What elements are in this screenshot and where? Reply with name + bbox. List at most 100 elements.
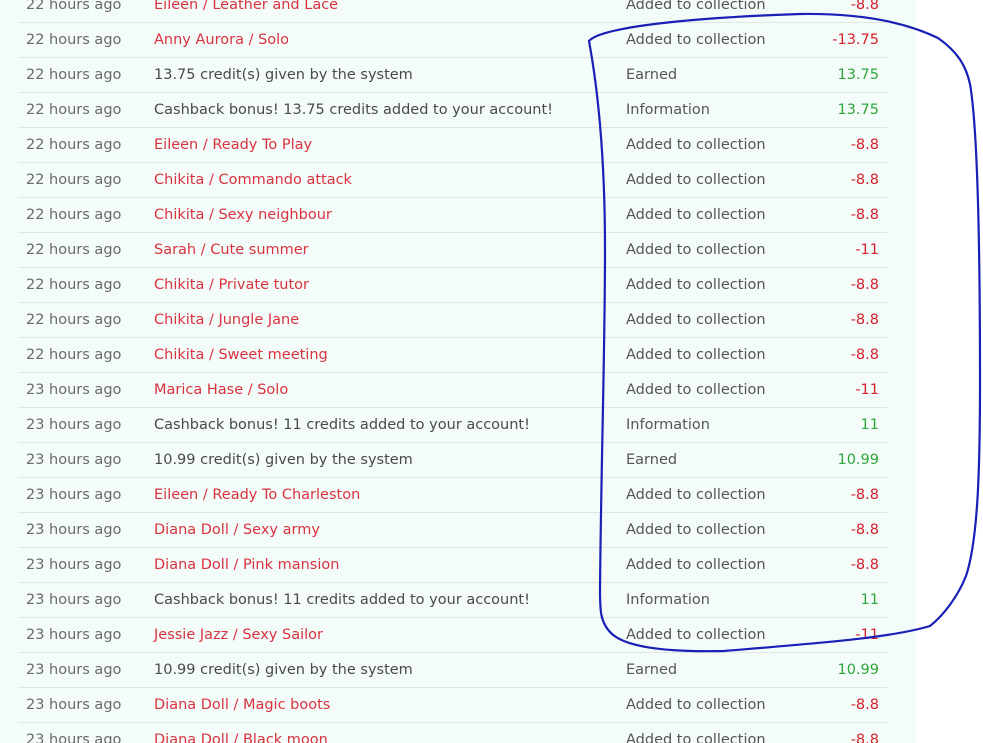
transaction-description-cell: Chikita / Private tutor [154, 268, 309, 302]
transaction-amount: -11 [855, 242, 879, 258]
transaction-row: 22 hours ago Eileen / Leather and Lace Add… [18, 0, 887, 23]
transaction-amount: -8.8 [850, 137, 879, 153]
transaction-history-panel: 22 hours ago Eileen / Leather and Lace Add… [0, 0, 916, 743]
transaction-item-link[interactable]: Jessie Jazz / Sexy Sailor [154, 627, 323, 643]
transaction-time: 22 hours ago [26, 277, 122, 293]
transaction-description-cell: Eileen / Ready To Charleston [154, 478, 360, 512]
transaction-amount: 13.75 [837, 67, 879, 83]
transaction-type: Earned [626, 662, 678, 678]
transaction-amount: 13.75 [837, 102, 879, 118]
transaction-description-cell: Anny Aurora / Solo [154, 23, 289, 57]
transaction-item-link[interactable]: Eileen / Leather and Lace [154, 0, 338, 13]
page: 22 hours ago Eileen / Leather and Lace Add… [0, 0, 983, 743]
transaction-amount: -8.8 [850, 0, 879, 13]
transaction-type: Added to collection [626, 242, 766, 258]
transaction-type: Added to collection [626, 207, 766, 223]
transaction-type: Added to collection [626, 32, 766, 48]
transaction-time: 23 hours ago [26, 592, 122, 608]
transaction-description: 10.99 credit(s) given by the system [154, 662, 413, 678]
transaction-row: 22 hours ago Chikita / Commando attack Add… [18, 163, 887, 198]
transaction-amount: 10.99 [837, 452, 879, 468]
transaction-type: Information [626, 592, 710, 608]
transaction-description-cell: Marica Hase / Solo [154, 373, 288, 407]
transaction-description: Cashback bonus! 11 credits added to your… [154, 417, 530, 433]
transaction-type: Added to collection [626, 0, 766, 13]
transaction-time: 23 hours ago [26, 382, 122, 398]
transaction-row: 23 hours ago 10.99 credit(s) given by the… [18, 653, 887, 688]
transaction-amount: -8.8 [850, 557, 879, 573]
transaction-row: 23 hours ago Cashback bonus! 11 credits a… [18, 583, 887, 618]
transaction-type: Added to collection [626, 137, 766, 153]
transaction-row: 22 hours ago Anny Aurora / Solo Added to c… [18, 23, 887, 58]
transaction-row: 23 hours ago Cashback bonus! 11 credits a… [18, 408, 887, 443]
transaction-item-link[interactable]: Sarah / Cute summer [154, 242, 309, 258]
transaction-row: 22 hours ago Chikita / Sexy neighbour Adde… [18, 198, 887, 233]
transaction-amount: 10.99 [837, 662, 879, 678]
transaction-row: 23 hours ago Eileen / Ready To Charleston… [18, 478, 887, 513]
transaction-type: Added to collection [626, 557, 766, 573]
transaction-table: 22 hours ago Eileen / Leather and Lace Add… [18, 0, 887, 743]
transaction-type: Information [626, 417, 710, 433]
transaction-description: 13.75 credit(s) given by the system [154, 67, 413, 83]
transaction-amount: -8.8 [850, 732, 879, 743]
transaction-item-link[interactable]: Diana Doll / Magic boots [154, 697, 330, 713]
transaction-type: Added to collection [626, 697, 766, 713]
transaction-time: 22 hours ago [26, 102, 122, 118]
transaction-description-cell: Cashback bonus! 11 credits added to your… [154, 583, 530, 617]
transaction-item-link[interactable]: Chikita / Sexy neighbour [154, 207, 332, 223]
transaction-row: 22 hours ago Chikita / Private tutor Added… [18, 268, 887, 303]
transaction-time: 22 hours ago [26, 242, 122, 258]
transaction-description: Cashback bonus! 11 credits added to your… [154, 592, 530, 608]
transaction-type: Added to collection [626, 172, 766, 188]
transaction-item-link[interactable]: Eileen / Ready To Charleston [154, 487, 360, 503]
transaction-description-cell: Chikita / Sweet meeting [154, 338, 328, 372]
transaction-description-cell: Diana Doll / Black moon [154, 723, 328, 743]
transaction-description-cell: Diana Doll / Pink mansion [154, 548, 339, 582]
transaction-time: 22 hours ago [26, 0, 122, 13]
transaction-item-link[interactable]: Chikita / Sweet meeting [154, 347, 328, 363]
transaction-row: 22 hours ago Chikita / Sweet meeting Added… [18, 338, 887, 373]
transaction-item-link[interactable]: Diana Doll / Black moon [154, 732, 328, 743]
transaction-time: 23 hours ago [26, 627, 122, 643]
transaction-row: 23 hours ago Diana Doll / Sexy army Added … [18, 513, 887, 548]
transaction-amount: -8.8 [850, 487, 879, 503]
transaction-time: 23 hours ago [26, 697, 122, 713]
transaction-type: Added to collection [626, 347, 766, 363]
transaction-amount: -11 [855, 382, 879, 398]
transaction-amount: -8.8 [850, 277, 879, 293]
transaction-amount: 11 [860, 417, 879, 433]
transaction-item-link[interactable]: Chikita / Jungle Jane [154, 312, 299, 328]
transaction-amount: -8.8 [850, 172, 879, 188]
transaction-amount: -8.8 [850, 312, 879, 328]
transaction-row: 23 hours ago Diana Doll / Magic boots Adde… [18, 688, 887, 723]
transaction-amount: 11 [860, 592, 879, 608]
transaction-time: 22 hours ago [26, 207, 122, 223]
transaction-row: 23 hours ago Diana Doll / Black moon Added… [18, 723, 887, 743]
transaction-time: 23 hours ago [26, 522, 122, 538]
transaction-row: 22 hours ago Chikita / Jungle Jane Added t… [18, 303, 887, 338]
transaction-item-link[interactable]: Eileen / Ready To Play [154, 137, 312, 153]
transaction-time: 23 hours ago [26, 557, 122, 573]
transaction-description-cell: Diana Doll / Magic boots [154, 688, 330, 722]
transaction-row: 22 hours ago Cashback bonus! 13.75 credit… [18, 93, 887, 128]
transaction-amount: -13.75 [832, 32, 879, 48]
transaction-item-link[interactable]: Chikita / Private tutor [154, 277, 309, 293]
transaction-description-cell: Chikita / Jungle Jane [154, 303, 299, 337]
transaction-description-cell: Diana Doll / Sexy army [154, 513, 320, 547]
transaction-amount: -8.8 [850, 347, 879, 363]
transaction-row: 23 hours ago Marica Hase / Solo Added to c… [18, 373, 887, 408]
transaction-time: 23 hours ago [26, 662, 122, 678]
transaction-time: 23 hours ago [26, 417, 122, 433]
transaction-item-link[interactable]: Chikita / Commando attack [154, 172, 352, 188]
transaction-time: 22 hours ago [26, 172, 122, 188]
transaction-description-cell: 10.99 credit(s) given by the system [154, 653, 413, 687]
transaction-time: 22 hours ago [26, 67, 122, 83]
transaction-amount: -8.8 [850, 207, 879, 223]
transaction-description: 10.99 credit(s) given by the system [154, 452, 413, 468]
transaction-item-link[interactable]: Anny Aurora / Solo [154, 32, 289, 48]
transaction-description-cell: Sarah / Cute summer [154, 233, 309, 267]
transaction-item-link[interactable]: Marica Hase / Solo [154, 382, 288, 398]
transaction-item-link[interactable]: Diana Doll / Sexy army [154, 522, 320, 538]
transaction-item-link[interactable]: Diana Doll / Pink mansion [154, 557, 339, 573]
transaction-type: Earned [626, 67, 678, 83]
